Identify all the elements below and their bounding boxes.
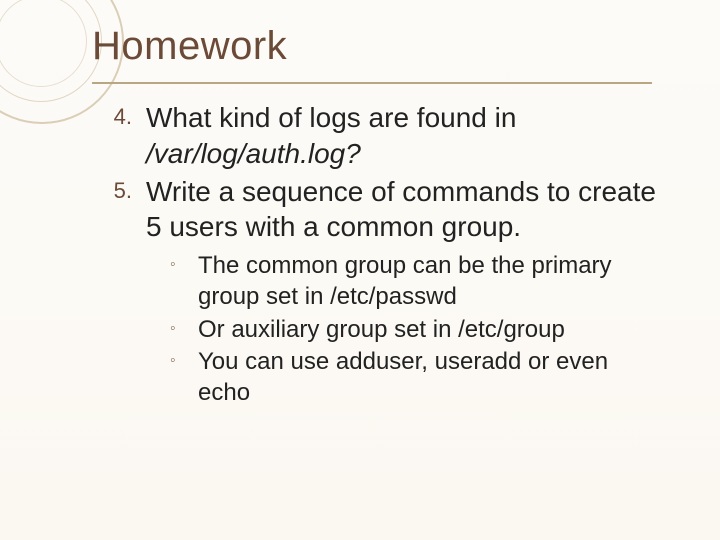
slide-title: Homework xyxy=(92,24,287,69)
text-span: Write a sequence of commands to create 5… xyxy=(146,176,656,243)
list-item: 5. Write a sequence of commands to creat… xyxy=(100,174,660,246)
list-text: What kind of logs are found in /var/log/… xyxy=(146,100,660,172)
slide-body: 4. What kind of logs are found in /var/l… xyxy=(100,100,660,411)
list-number: 4. xyxy=(100,100,146,131)
list-item: 4. What kind of logs are found in /var/l… xyxy=(100,100,660,172)
list-number: 5. xyxy=(100,174,146,205)
text-italic: /var/log/auth.log xyxy=(146,138,345,169)
bullet-icon: ◦ xyxy=(170,347,198,372)
sub-list-item: ◦ Or auxiliary group set in /etc/group xyxy=(170,315,660,346)
bullet-icon: ◦ xyxy=(170,315,198,340)
bullet-icon: ◦ xyxy=(170,251,198,276)
sub-text: Or auxiliary group set in /etc/group xyxy=(198,315,565,346)
title-underline xyxy=(92,82,652,84)
sub-text: You can use adduser, useradd or even ech… xyxy=(198,347,660,408)
text-span: ? xyxy=(345,138,361,169)
sub-text: The common group can be the primary grou… xyxy=(198,251,660,312)
sub-list: ◦ The common group can be the primary gr… xyxy=(170,251,660,409)
slide: Homework 4. What kind of logs are found … xyxy=(0,0,720,540)
list-text: Write a sequence of commands to create 5… xyxy=(146,174,660,246)
text-span: What kind of logs are found in xyxy=(146,102,516,133)
sub-list-item: ◦ You can use adduser, useradd or even e… xyxy=(170,347,660,408)
sub-list-item: ◦ The common group can be the primary gr… xyxy=(170,251,660,312)
